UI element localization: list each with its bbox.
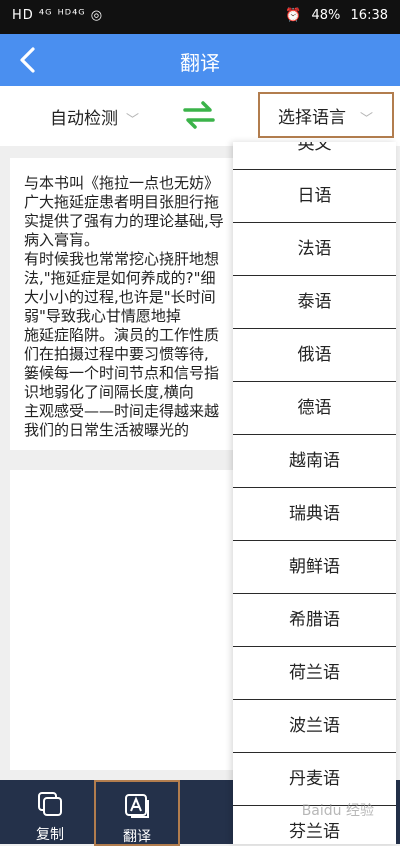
chevron-down-icon: ﹀ (360, 112, 374, 127)
alarm-icon: ⏰ (285, 8, 302, 23)
copy-button[interactable]: 复制 (10, 780, 90, 844)
translate-button[interactable]: 翻译 (94, 780, 180, 846)
target-language-label: 选择语言 (278, 108, 346, 128)
language-option[interactable]: 越南语 (233, 435, 396, 488)
source-language-selector[interactable]: 自动检测 ﹀ (50, 104, 139, 129)
language-bar: 自动检测 ﹀ 选择语言 ﹀ (0, 86, 400, 146)
battery-level: 48% (311, 8, 341, 23)
target-language-selector[interactable]: 选择语言 ﹀ (258, 92, 394, 138)
language-option[interactable]: 泰语 (233, 276, 396, 329)
swap-languages-button[interactable] (182, 100, 216, 130)
network-indicators: HD ⁴ᴳ ᴴᴰ⁴ᴳ ◎ (12, 8, 104, 23)
status-bar: HD ⁴ᴳ ᴴᴰ⁴ᴳ ◎ ⏰ 48% 16:38 (0, 0, 400, 34)
language-option[interactable]: 法语 (233, 223, 396, 276)
language-option[interactable]: 朝鲜语 (233, 541, 396, 594)
language-option[interactable]: 日语 (233, 170, 396, 223)
translate-icon (125, 794, 149, 818)
copy-label: 复制 (36, 827, 64, 843)
language-dropdown[interactable]: 英文 日语 法语 泰语 俄语 德语 越南语 瑞典语 朝鲜语 希腊语 荷兰语 波兰… (233, 142, 396, 844)
swap-icon (183, 101, 215, 129)
translate-label: 翻译 (123, 829, 151, 845)
language-option[interactable]: 瑞典语 (233, 488, 396, 541)
language-option[interactable]: 俄语 (233, 329, 396, 382)
copy-icon (38, 792, 62, 816)
chevron-down-icon: ﹀ (126, 113, 140, 128)
source-language-label: 自动检测 (50, 109, 118, 129)
status-right: ⏰ 48% 16:38 (279, 8, 388, 23)
language-option[interactable]: 英文 (233, 142, 396, 170)
clock: 16:38 (350, 8, 388, 23)
app-header: 翻译 (0, 34, 400, 86)
language-option[interactable]: 希腊语 (233, 594, 396, 647)
language-option[interactable]: 丹麦语 (233, 753, 396, 806)
page-title: 翻译 (180, 51, 220, 75)
language-option[interactable]: 荷兰语 (233, 647, 396, 700)
language-option[interactable]: 德语 (233, 382, 396, 435)
watermark: Baidu 经验 (301, 803, 374, 819)
language-option[interactable]: 波兰语 (233, 700, 396, 753)
